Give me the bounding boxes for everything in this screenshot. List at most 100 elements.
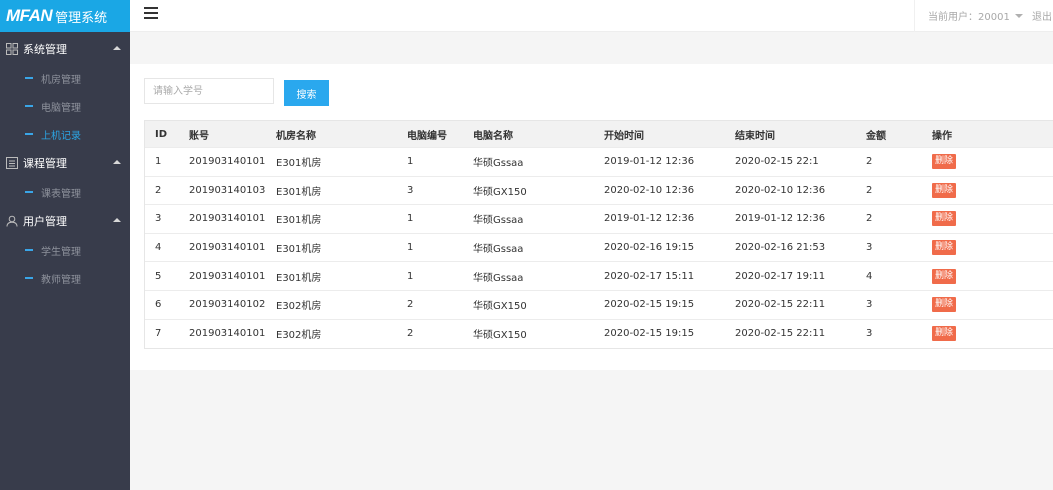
table-cell: E301机房: [276, 186, 322, 198]
sidebar-item-schedule-management[interactable]: 课表管理: [0, 178, 130, 206]
main-content: 搜索 ID 账号 机房名称 电脑编号 电脑名称 开始时间 结束时间 金额 操作 …: [130, 64, 1053, 370]
user-icon: [6, 215, 18, 227]
table-cell: 5: [155, 270, 162, 282]
table-cell: 3: [407, 184, 414, 196]
column-header[interactable]: 电脑名称: [463, 127, 594, 142]
table-cell: 1: [407, 213, 414, 225]
table-cell: 1: [407, 242, 414, 254]
table-cell: E302机房: [276, 330, 322, 342]
delete-button[interactable]: 删除: [932, 182, 957, 198]
table-row: 7 201903140101 E302机房 2 华硕GX150 2020-02-15 19…: [145, 320, 1053, 349]
sidebar-item-room-management[interactable]: 机房管理: [0, 64, 130, 92]
table-cell: 4: [866, 270, 873, 282]
sidebar-item-label: 上机记录: [41, 130, 81, 142]
table-row: 2 201903140103 E301机房 3 华硕GX150 2020-02-10 12…: [145, 177, 1053, 206]
caret-up-icon: [113, 160, 121, 164]
sidebar-item-label: 教师管理: [41, 274, 81, 286]
search-button[interactable]: 搜索: [284, 80, 329, 106]
table-row: 1 201903140101 E301机房 1 华硕Gssaa 2019-01-12 12…: [145, 148, 1053, 177]
table-cell: 2020-02-17 19:11: [735, 270, 826, 282]
table-cell: 1: [155, 156, 162, 168]
table-cell: 201903140101: [189, 328, 266, 340]
table-cell: 删除: [922, 268, 1053, 284]
table-cell: 2020-02-16 21:53: [735, 242, 826, 254]
app-logo[interactable]: MFAN 管理系统: [0, 0, 130, 32]
chevron-down-icon: [1014, 13, 1023, 18]
dash-icon: [25, 277, 33, 279]
table-cell: 6: [155, 299, 162, 311]
table-cell: 3: [866, 328, 873, 340]
column-header[interactable]: 结束时间: [725, 127, 856, 142]
table-cell: 华硕GX150: [473, 186, 527, 198]
sidebar-item-student-management[interactable]: 学生管理: [0, 236, 130, 264]
table-cell: E301机房: [276, 215, 322, 227]
table-cell: 201903140101: [189, 156, 266, 168]
search-input[interactable]: [144, 78, 274, 104]
column-header[interactable]: 电脑编号: [397, 127, 463, 142]
records-table: ID 账号 机房名称 电脑编号 电脑名称 开始时间 结束时间 金额 操作 1 20…: [144, 120, 1053, 350]
table-cell: 7: [155, 328, 162, 340]
sidebar: MFAN 管理系统 系统管理 机房管理 电脑管理 上机记录 课程管理 课表管理: [0, 0, 130, 490]
grid-icon: [6, 43, 18, 55]
table-cell: 2: [866, 156, 873, 168]
table-cell: 201903140102: [189, 299, 266, 311]
current-user-menu[interactable]: 当前用户：20001: [928, 8, 1023, 23]
column-header[interactable]: 账号: [179, 127, 266, 142]
table-cell: 3: [866, 299, 873, 311]
dash-icon: [25, 191, 33, 193]
sidebar-item-teacher-management[interactable]: 教师管理: [0, 264, 130, 292]
table-cell: 2020-02-17 15:11: [604, 270, 695, 282]
logo-text: 管理系统: [55, 10, 108, 26]
table-cell: 2020-02-15 22:1: [735, 156, 819, 168]
nav-group-system[interactable]: 系统管理: [0, 34, 130, 64]
nav-group-user[interactable]: 用户管理: [0, 206, 130, 236]
top-bar: 当前用户：20001 退出: [130, 0, 1053, 32]
sidebar-item-label: 课表管理: [41, 188, 81, 200]
column-header[interactable]: ID: [145, 129, 179, 140]
delete-button[interactable]: 删除: [932, 154, 957, 170]
delete-button[interactable]: 删除: [932, 326, 957, 342]
table-row: 3 201903140101 E301机房 1 华硕Gssaa 2019-01-12 12…: [145, 205, 1053, 234]
column-header[interactable]: 金额: [856, 127, 922, 142]
table-row: 6 201903140102 E302机房 2 华硕GX150 2020-02-15 19…: [145, 291, 1053, 320]
table-cell: 2020-02-15 22:11: [735, 299, 826, 311]
delete-button[interactable]: 删除: [932, 240, 957, 256]
table-cell: 华硕Gssaa: [473, 272, 524, 284]
table-row: 5 201903140101 E301机房 1 华硕Gssaa 2020-02-17 15…: [145, 262, 1053, 291]
delete-button[interactable]: 删除: [932, 268, 957, 284]
column-header[interactable]: 操作: [922, 127, 1053, 142]
column-header[interactable]: 开始时间: [594, 127, 725, 142]
delete-button[interactable]: 删除: [932, 297, 957, 313]
table-cell: 华硕Gssaa: [473, 244, 524, 256]
table-cell: 2020-02-15 19:15: [604, 328, 695, 340]
sidebar-item-label: 机房管理: [41, 74, 81, 86]
dash-icon: [25, 133, 33, 135]
table-cell: 2020-02-10 12:36: [735, 184, 826, 196]
table-cell: 2020-02-16 19:15: [604, 242, 695, 254]
table-cell: 1: [407, 270, 414, 282]
logo-mark: MFAN: [6, 6, 53, 25]
sidebar-item-computer-management[interactable]: 电脑管理: [0, 92, 130, 120]
table-cell: 2: [866, 184, 873, 196]
column-header[interactable]: 机房名称: [266, 127, 397, 142]
table-cell: 1: [407, 156, 414, 168]
sidebar-item-label: 学生管理: [41, 246, 81, 258]
nav-group-label: 系统管理: [23, 43, 67, 56]
nav-group-label: 课程管理: [23, 157, 67, 170]
table-cell: 2020-02-15 19:15: [604, 299, 695, 311]
delete-button[interactable]: 删除: [932, 211, 957, 227]
table-header: ID 账号 机房名称 电脑编号 电脑名称 开始时间 结束时间 金额 操作: [145, 121, 1053, 148]
table-cell: 华硕GX150: [473, 301, 527, 313]
table-cell: 2019-01-12 12:36: [604, 156, 695, 168]
table-cell: 华硕Gssaa: [473, 158, 524, 170]
sidebar-item-usage-records[interactable]: 上机记录: [0, 120, 130, 148]
nav-group-course[interactable]: 课程管理: [0, 148, 130, 178]
table-cell: 2020-02-15 22:11: [735, 328, 826, 340]
table-cell: 2: [407, 328, 414, 340]
table-cell: 201903140103: [189, 184, 266, 196]
menu-toggle-icon[interactable]: [144, 7, 158, 21]
table-cell: 2019-01-12 12:36: [604, 213, 695, 225]
table-cell: 2: [407, 299, 414, 311]
table-cell: 删除: [922, 154, 1053, 170]
logout-link[interactable]: 退出: [1032, 8, 1052, 23]
